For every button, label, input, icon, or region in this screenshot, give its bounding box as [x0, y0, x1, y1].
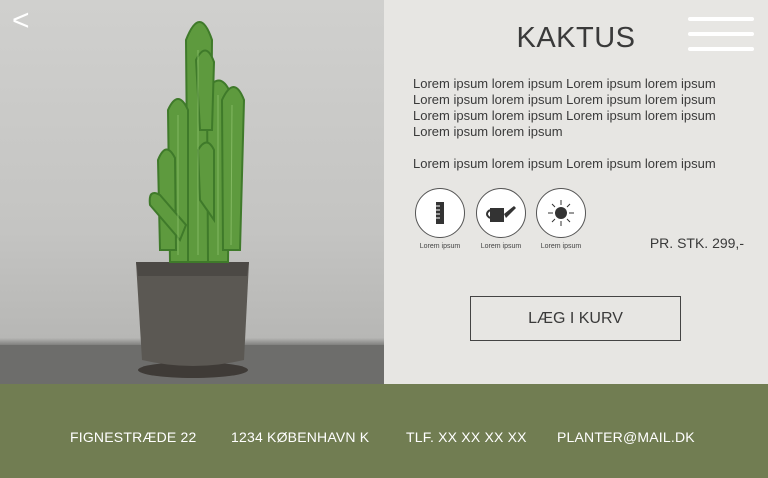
care-label-sun: Lorem ipsum — [540, 243, 582, 250]
sun-icon — [536, 188, 586, 238]
footer-email[interactable]: PLANTER@MAIL.DK — [557, 429, 695, 445]
footer-city: 1234 KØBENHAVN K — [231, 429, 370, 445]
product-title: KAKTUS — [516, 22, 636, 54]
footer-phone: TLF. XX XX XX XX — [406, 429, 527, 445]
add-to-cart-button[interactable]: LÆG I KURV — [470, 296, 681, 341]
care-item-height: Lorem ipsum — [410, 188, 470, 250]
product-panel: KAKTUS Lorem ipsum lorem ipsum Lorem ips… — [384, 0, 768, 384]
description-paragraph-2: Lorem ipsum lorem ipsum Lorem ipsum lore… — [413, 156, 716, 171]
ruler-icon — [415, 188, 465, 238]
product-description: Lorem ipsum lorem ipsum Lorem ipsum lore… — [413, 76, 749, 188]
cactus-illustration — [0, 21, 384, 384]
care-label-height: Lorem ipsum — [419, 243, 461, 250]
care-item-water: Lorem ipsum — [471, 188, 531, 250]
product-image — [0, 0, 384, 384]
product-price: PR. STK. 299,- — [649, 235, 744, 251]
chevron-left-icon[interactable]: < — [12, 4, 30, 38]
watering-can-icon — [476, 188, 526, 238]
footer-address: FIGNESTRÆDE 22 — [70, 429, 197, 445]
description-paragraph-1: Lorem ipsum lorem ipsum Lorem ipsum lore… — [413, 76, 716, 139]
footer: FIGNESTRÆDE 22 1234 KØBENHAVN K TLF. XX … — [0, 384, 768, 478]
care-label-water: Lorem ipsum — [480, 243, 522, 250]
care-item-sun: Lorem ipsum — [531, 188, 591, 250]
